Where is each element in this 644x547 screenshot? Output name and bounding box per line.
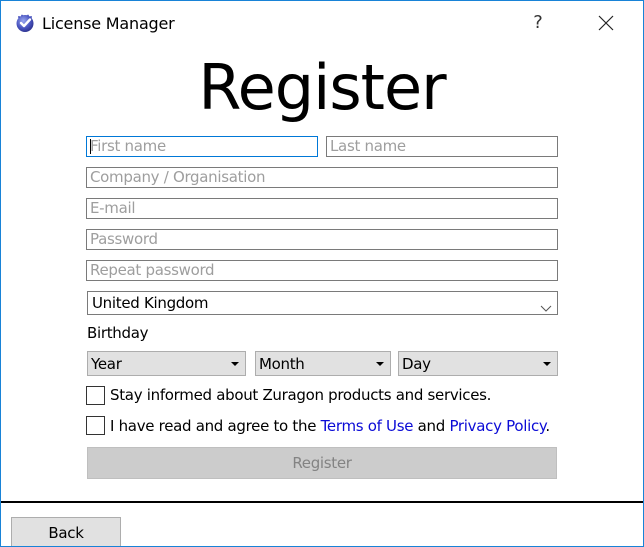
terms-suffix-text: . xyxy=(545,417,550,435)
first-name-input[interactable] xyxy=(90,137,314,156)
birth-month-value: Month xyxy=(259,355,305,373)
birth-year-select[interactable]: Year xyxy=(87,351,246,376)
birth-day-value: Day xyxy=(402,355,431,373)
close-button[interactable] xyxy=(589,7,623,39)
newsletter-checkbox[interactable] xyxy=(86,386,105,405)
birth-month-select[interactable]: Month xyxy=(255,351,391,376)
terms-of-use-link[interactable]: Terms of Use xyxy=(321,417,414,435)
terms-checkbox[interactable] xyxy=(86,416,105,435)
company-input[interactable] xyxy=(90,168,554,187)
terms-middle-text: and xyxy=(413,417,450,435)
repeat-password-input[interactable] xyxy=(90,261,554,280)
terms-prefix-text: I have read and agree to the xyxy=(110,417,321,435)
dropdown-arrow-icon xyxy=(376,362,384,366)
close-icon xyxy=(598,15,614,31)
country-select[interactable]: United Kingdom xyxy=(87,291,558,315)
country-selected-value: United Kingdom xyxy=(92,294,209,312)
email-input[interactable] xyxy=(90,199,554,218)
title-bar: License Manager ? xyxy=(1,1,643,45)
password-field[interactable] xyxy=(86,229,558,250)
first-name-field[interactable] xyxy=(86,136,318,157)
birth-day-select[interactable]: Day xyxy=(398,351,558,376)
birthday-label: Birthday xyxy=(87,324,149,342)
register-button[interactable]: Register xyxy=(87,447,557,479)
privacy-policy-link[interactable]: Privacy Policy xyxy=(449,417,545,435)
window-title: License Manager xyxy=(42,14,175,33)
dropdown-arrow-icon xyxy=(543,362,551,366)
newsletter-label[interactable]: Stay informed about Zuragon products and… xyxy=(110,386,491,404)
page-title: Register xyxy=(198,51,446,124)
app-shield-check-icon xyxy=(15,13,35,33)
text-caret xyxy=(90,139,91,154)
chevron-down-icon xyxy=(540,298,552,312)
help-button[interactable]: ? xyxy=(521,7,555,39)
birth-year-value: Year xyxy=(91,355,122,373)
back-button[interactable]: Back xyxy=(11,517,121,546)
terms-label[interactable]: I have read and agree to the Terms of Us… xyxy=(110,417,550,435)
password-input[interactable] xyxy=(90,230,554,249)
company-field[interactable] xyxy=(86,167,558,188)
license-manager-window: License Manager ? Register United Kingdo… xyxy=(0,0,644,547)
email-field[interactable] xyxy=(86,198,558,219)
footer-divider xyxy=(1,501,643,503)
repeat-password-field[interactable] xyxy=(86,260,558,281)
last-name-input[interactable] xyxy=(330,137,554,156)
dropdown-arrow-icon xyxy=(231,362,239,366)
last-name-field[interactable] xyxy=(326,136,558,157)
